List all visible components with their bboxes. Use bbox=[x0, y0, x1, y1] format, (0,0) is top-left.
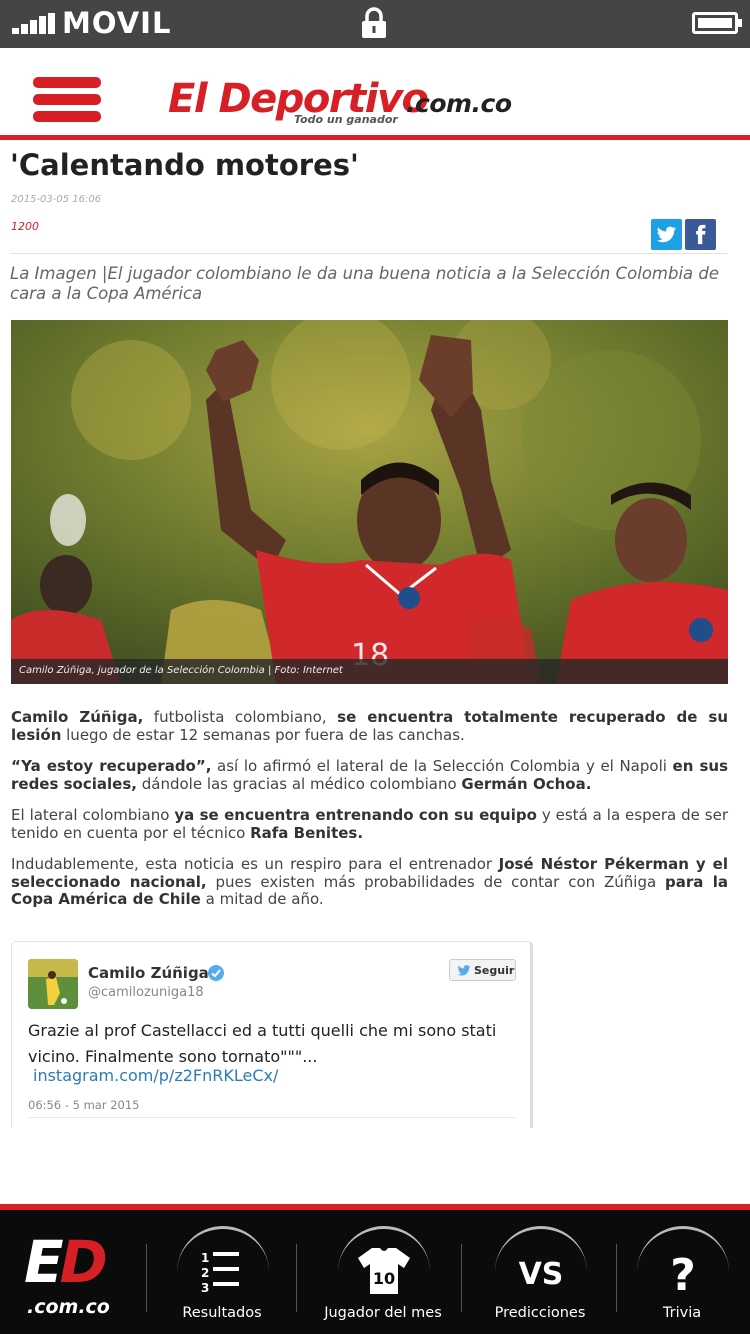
divider bbox=[10, 253, 728, 254]
svg-text:1: 1 bbox=[201, 1251, 209, 1265]
photo-caption: Camilo Zúñiga, jugador de la Selección C… bbox=[19, 665, 343, 676]
twitter-bird-icon bbox=[457, 965, 471, 976]
article-title: 'Calentando motores' bbox=[10, 148, 359, 182]
logo-slogan: Todo un ganador bbox=[294, 113, 398, 126]
twitter-share-button[interactable] bbox=[651, 219, 682, 250]
tweet-avatar[interactable] bbox=[28, 959, 78, 1009]
status-bar: MOVIL bbox=[0, 0, 750, 48]
lock-icon bbox=[362, 7, 386, 38]
article-date: 2015-03-05 16:06 bbox=[11, 194, 102, 205]
nav-label-trivia: Trivia bbox=[662, 1305, 702, 1321]
facebook-icon bbox=[696, 224, 706, 245]
svg-text:2: 2 bbox=[201, 1266, 209, 1280]
body-text: Indudablemente, esta noticia es un respi… bbox=[11, 855, 499, 873]
tweet-author-name[interactable]: Camilo Zúñiga bbox=[88, 964, 209, 982]
bottom-navigation: ED .com.co 1 2 3 Resultados 10 Jugador d… bbox=[0, 1204, 750, 1334]
tweet-text: Grazie al prof Castellacci ed a tutti qu… bbox=[28, 1021, 497, 1066]
photo-caption-bar: Camilo Zúñiga, jugador de la Selección C… bbox=[11, 659, 728, 684]
article-paragraph: Indudablemente, esta noticia es un respi… bbox=[11, 855, 728, 909]
tweet-divider bbox=[28, 1117, 516, 1118]
tweet-author-handle[interactable]: @camilozuniga18 bbox=[88, 985, 204, 1000]
facebook-share-button[interactable] bbox=[685, 219, 716, 250]
article-subtitle: La Imagen |El jugador colombiano le da u… bbox=[10, 264, 720, 303]
ed-home-logo[interactable]: ED .com.co bbox=[24, 1230, 134, 1320]
body-text: a mitad de año. bbox=[200, 890, 324, 908]
article-paragraph: Camilo Zúñiga, futbolista colombiano, se… bbox=[11, 708, 728, 744]
follow-button[interactable]: Seguir bbox=[449, 959, 516, 981]
nav-label-jugador-del-mes: Jugador del mes bbox=[324, 1305, 442, 1321]
bold-text: Germán Ochoa. bbox=[461, 774, 592, 793]
site-header: El Deportivo .com.co Todo un ganador bbox=[0, 48, 750, 140]
ranked-list-icon: 1 2 3 bbox=[201, 1251, 239, 1295]
twitter-icon bbox=[656, 226, 677, 243]
battery-icon bbox=[692, 12, 742, 34]
body-text: El lateral colombiano bbox=[11, 806, 175, 824]
tweet-link[interactable]: instagram.com/p/z2FnRKLeCx/ bbox=[33, 1066, 278, 1085]
hamburger-menu-icon[interactable] bbox=[33, 77, 101, 123]
ed-logo-domain: .com.co bbox=[27, 1296, 110, 1318]
bold-text: “Ya estoy recuperado”, bbox=[11, 757, 212, 775]
question-icon: ? bbox=[670, 1250, 696, 1296]
svg-text:?: ? bbox=[670, 1250, 696, 1296]
svg-text:3: 3 bbox=[201, 1281, 209, 1295]
signal-icon bbox=[12, 13, 56, 34]
article-photo: 18 Camilo Zúñiga, jugador de la Selecció… bbox=[11, 320, 728, 684]
nav-item-predicciones[interactable]: VS Predicciones bbox=[465, 1224, 615, 1334]
carrier-name: MOVIL bbox=[62, 6, 172, 40]
view-count: 1200 bbox=[11, 220, 39, 233]
svg-text:10: 10 bbox=[373, 1269, 395, 1288]
embedded-tweet: Camilo Zúñiga @camilozuniga18 Seguir Gra… bbox=[11, 941, 533, 1128]
article-paragraph: “Ya estoy recuperado”, así lo afirmó el … bbox=[11, 757, 728, 793]
verified-badge-icon bbox=[208, 965, 224, 981]
body-text: así lo afirmó el lateral de la Selección… bbox=[211, 757, 673, 775]
svg-text:VS: VS bbox=[519, 1257, 564, 1292]
article-paragraph: El lateral colombiano ya se encuentra en… bbox=[11, 806, 728, 842]
nav-item-trivia[interactable]: ? Trivia bbox=[607, 1224, 750, 1334]
logo-domain-text: .com.co bbox=[406, 89, 512, 118]
ed-logo-letters: ED bbox=[24, 1228, 108, 1296]
nav-item-jugador-del-mes[interactable]: 10 Jugador del mes bbox=[308, 1224, 458, 1334]
nav-item-resultados[interactable]: 1 2 3 Resultados bbox=[147, 1224, 297, 1334]
body-text: luego de estar 12 semanas por fuera de l… bbox=[61, 725, 465, 744]
bold-text: ya se encuentra entrenando con su equipo bbox=[174, 806, 537, 824]
nav-separator bbox=[461, 1244, 462, 1312]
body-text: pues existen más probabilidades de conta… bbox=[206, 872, 666, 891]
site-logo[interactable]: El Deportivo .com.co Todo un ganador bbox=[168, 76, 528, 128]
jersey-icon: 10 bbox=[358, 1248, 410, 1294]
bold-text: Camilo Zúñiga, bbox=[11, 708, 144, 726]
tweet-timestamp[interactable]: 06:56 - 5 mar 2015 bbox=[28, 1098, 139, 1112]
bold-text: Rafa Benites. bbox=[250, 823, 364, 842]
versus-icon: VS bbox=[519, 1257, 564, 1292]
follow-label: Seguir bbox=[474, 964, 515, 977]
nav-separator bbox=[296, 1244, 297, 1312]
body-text: futbolista colombiano, bbox=[143, 708, 338, 726]
nav-label-predicciones: Predicciones bbox=[494, 1305, 586, 1321]
body-text: dándole las gracias al médico colombiano bbox=[136, 774, 462, 793]
nav-label-resultados: Resultados bbox=[182, 1305, 262, 1321]
article-body: Camilo Zúñiga, futbolista colombiano, se… bbox=[11, 708, 728, 923]
photo-illustration: 18 bbox=[11, 320, 728, 684]
